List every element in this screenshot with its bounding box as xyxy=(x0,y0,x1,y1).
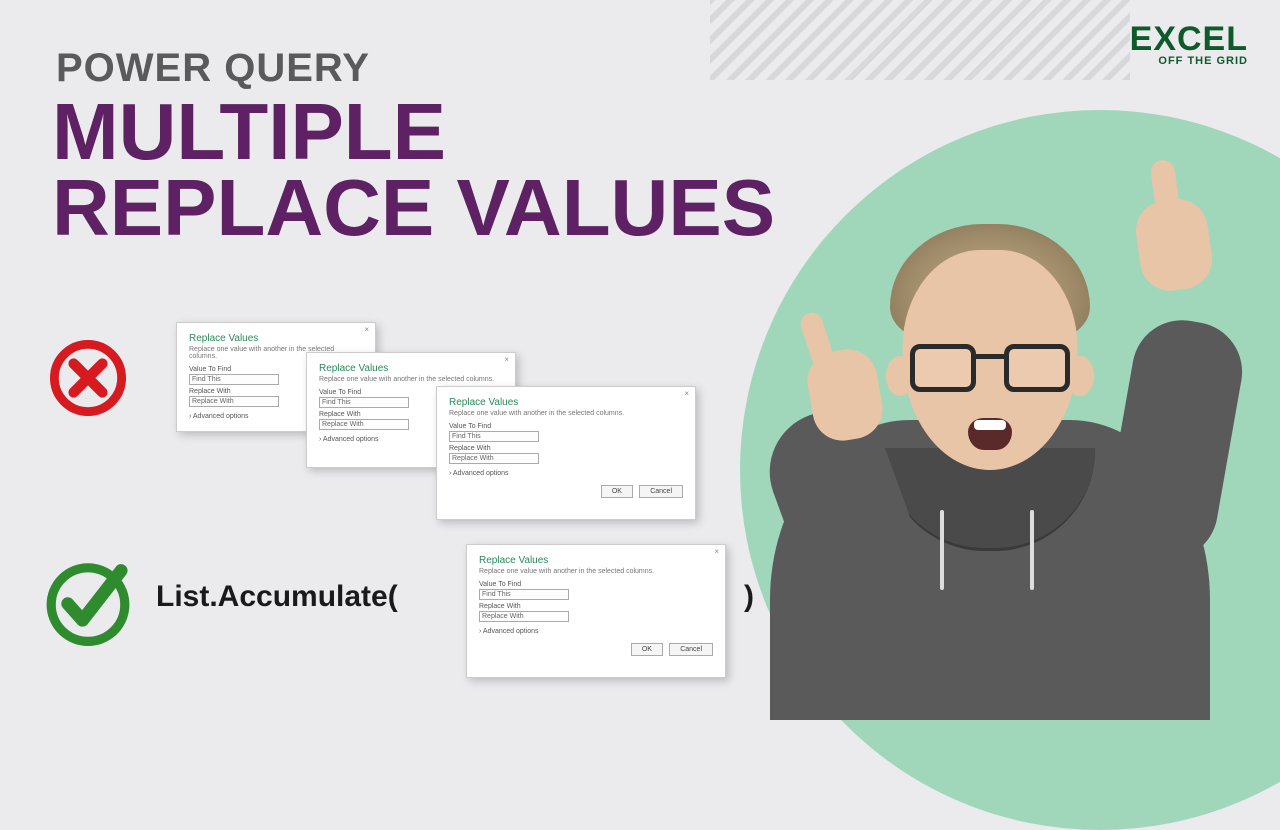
dialog-title: Replace Values xyxy=(319,363,503,374)
label-find: Value To Find xyxy=(479,581,713,588)
dialog-title: Replace Values xyxy=(479,555,713,566)
input-find: Find This xyxy=(449,431,539,442)
advanced-toggle: › Advanced options xyxy=(479,628,713,635)
main-title: MULTIPLE REPLACE VALUES xyxy=(52,94,775,246)
brand-logo: EXCEL OFF THE GRID xyxy=(1130,24,1248,67)
label-replace: Replace With xyxy=(479,603,713,610)
cancel-button: Cancel xyxy=(669,643,713,656)
function-close-paren: ) xyxy=(744,580,754,614)
cancel-button: Cancel xyxy=(639,485,683,498)
dialog-title: Replace Values xyxy=(189,333,363,344)
check-icon xyxy=(42,554,134,646)
input-replace: Replace With xyxy=(319,419,409,430)
ok-button: OK xyxy=(601,485,633,498)
close-icon: × xyxy=(714,547,719,556)
dialog-subtitle: Replace one value with another in the se… xyxy=(479,568,713,575)
input-find: Find This xyxy=(189,374,279,385)
advanced-toggle: › Advanced options xyxy=(449,470,683,477)
input-find: Find This xyxy=(319,397,409,408)
input-replace: Replace With xyxy=(189,396,279,407)
input-replace: Replace With xyxy=(479,611,569,622)
dialog-subtitle: Replace one value with another in the se… xyxy=(449,410,683,417)
decorative-stripes xyxy=(710,0,1130,80)
replace-values-dialog-3: × Replace Values Replace one value with … xyxy=(436,386,696,520)
dialog-title: Replace Values xyxy=(449,397,683,408)
input-replace: Replace With xyxy=(449,453,539,464)
function-name: List.Accumulate( xyxy=(156,580,398,614)
ok-button: OK xyxy=(631,643,663,656)
replace-values-dialog-single: × Replace Values Replace one value with … xyxy=(466,544,726,678)
title-line-2: REPLACE VALUES xyxy=(52,163,775,252)
label-find: Value To Find xyxy=(449,423,683,430)
close-icon: × xyxy=(364,325,369,334)
label-replace: Replace With xyxy=(449,445,683,452)
series-subtitle: POWER QUERY xyxy=(56,46,370,91)
input-find: Find This xyxy=(479,589,569,600)
close-icon: × xyxy=(504,355,509,364)
close-icon: × xyxy=(684,389,689,398)
dialog-subtitle: Replace one value with another in the se… xyxy=(319,376,503,383)
logo-main: EXCEL xyxy=(1130,24,1248,55)
cross-icon xyxy=(48,338,128,418)
presenter-photo xyxy=(760,180,1220,720)
